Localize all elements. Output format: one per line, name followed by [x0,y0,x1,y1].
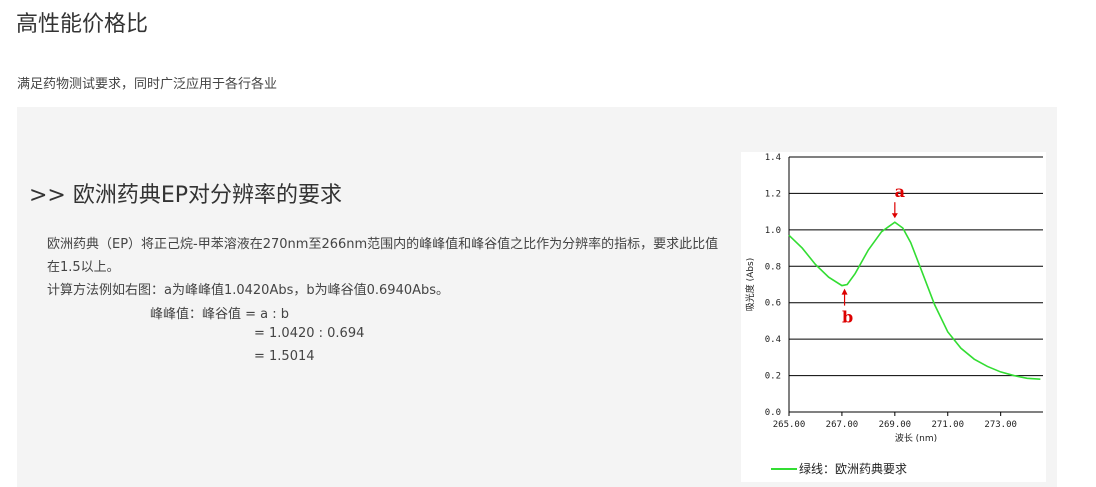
annotation-label-b: b [842,308,853,327]
legend-line-swatch [771,467,797,470]
x-tick-label: 271.00 [931,420,964,430]
legend-label: 绿线：欧洲药典要求 [799,462,908,476]
y-tick-label: 0.4 [765,335,781,345]
page-title: 高性能价格比 [16,12,149,37]
y-tick-label: 1.2 [765,189,781,199]
x-tick-label: 269.00 [879,420,912,430]
spectrum-chart: 0.0 0.2 0.4 0.6 0.8 1.0 1.2 1.4 265.00 267.00 269.… [741,152,1046,482]
description-paragraph-1: 欧洲药典（EP）将正己烷-甲苯溶液在270nm至266nm范围内的峰峰值和峰谷值… [47,237,719,275]
series-line [788,221,1041,381]
y-tick-label: 1.0 [765,226,781,236]
x-tick-label: 273.00 [984,420,1017,430]
annotation-arrowhead-a [891,213,898,219]
page-subtitle: 满足药物测试要求，同时广泛应用于各行各业 [17,77,278,92]
y-axis-label: 吸光度 (Abs) [744,258,756,311]
content-panel: >> 欧洲药典EP对分辨率的要求 欧洲药典（EP）将正己烷-甲苯溶液在270nm… [17,107,1057,487]
description: 欧洲药典（EP）将正己烷-甲苯溶液在270nm至266nm范围内的峰峰值和峰谷值… [27,233,727,302]
annotation-label-a: a [895,182,905,201]
x-tick-label: 265.00 [773,420,806,430]
formula-line-2: = 1.0420 : 0.694 [254,326,365,341]
annotation-arrowhead-b [841,288,848,295]
x-tick-label: 267.00 [826,420,859,430]
y-tick-label: 0.8 [765,262,781,272]
spectrum-chart-svg: 0.0 0.2 0.4 0.6 0.8 1.0 1.2 1.4 265.00 267.00 269.… [744,153,1043,444]
formula-line-3: = 1.5014 [254,349,315,364]
y-tick-label: 0.6 [765,299,781,309]
section-title: >> 欧洲药典EP对分辨率的要求 [29,183,343,208]
chart-legend: 绿线：欧洲药典要求 [771,460,907,477]
y-tick-label: 1.4 [765,153,781,163]
y-tick-label: 0.0 [765,408,781,418]
y-tick-label: 0.2 [765,372,781,382]
x-axis-label: 波长 (nm) [895,432,937,444]
description-paragraph-2: 计算方法例如右图：a为峰峰值1.0420Abs，b为峰谷值0.6940Abs。 [47,283,450,298]
formula-line-1: 峰峰值：峰谷值 = a : b [150,307,290,322]
